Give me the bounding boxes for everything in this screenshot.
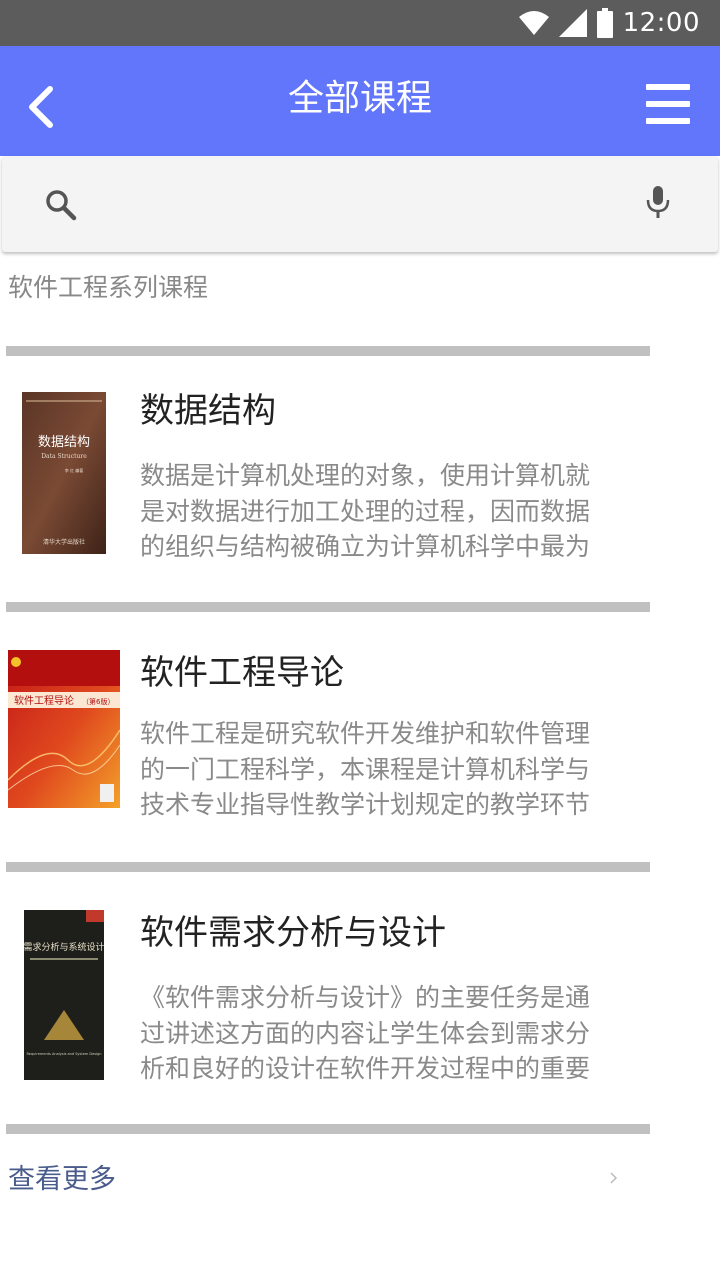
- signal-icon: [558, 9, 587, 37]
- course-description: 数据是计算机处理的对象，使用计算机就是对数据进行加工处理的过程，因而数据的组织与…: [140, 461, 591, 561]
- course-item-requirements-analysis[interactable]: 需求分析与系统设计 Requirements Analysis and Syst…: [0, 882, 720, 1122]
- cover-author: 李 红 编著: [65, 467, 84, 473]
- page-title: 全部课程: [287, 78, 432, 119]
- chevron-right-icon[interactable]: [608, 1168, 620, 1188]
- divider: [6, 1124, 650, 1134]
- status-bar: 12:00: [0, 0, 720, 46]
- course-title: 软件工程导论: [140, 653, 344, 693]
- search-icon[interactable]: [44, 188, 78, 222]
- search-bar: [2, 156, 718, 252]
- hamburger-menu-icon[interactable]: [646, 84, 690, 124]
- app-bar: 全部课程: [0, 46, 720, 156]
- cover-title: 需求分析与系统设计: [24, 941, 104, 953]
- course-item-software-engineering[interactable]: 软件工程导论 （第6版） 软件工程导论 软件工程是研究软件开发维护和软件管理的一…: [0, 622, 720, 862]
- course-title: 软件需求分析与设计: [140, 913, 446, 953]
- cover-subtitle: Data Structure: [41, 453, 87, 460]
- course-description: 《软件需求分析与设计》的主要任务是通过讲述这方面的内容让学生体会到需求分析和良好…: [140, 983, 591, 1083]
- cover-edition: （第6版）: [82, 697, 114, 706]
- course-cover-image: 数据结构 Data Structure 李 红 编著 清华大学出版社: [22, 392, 106, 554]
- course-item-data-structure[interactable]: 数据结构 Data Structure 李 红 编著 清华大学出版社 数据结构 …: [0, 366, 720, 606]
- cover-publisher: 清华大学出版社: [43, 538, 85, 546]
- course-cover-image: 软件工程导论 （第6版）: [8, 650, 120, 808]
- course-title: 数据结构: [140, 391, 276, 431]
- status-icons: 12:00: [518, 8, 700, 38]
- menu-line: [646, 118, 690, 124]
- divider: [6, 346, 650, 356]
- cover-subtitle: Requirements Analysis and System Design: [27, 1052, 102, 1056]
- see-more-link[interactable]: 查看更多: [8, 1160, 116, 1200]
- section-title: 软件工程系列课程: [8, 273, 209, 302]
- search-input[interactable]: [102, 182, 622, 226]
- divider: [6, 602, 650, 612]
- course-description: 软件工程是研究软件开发维护和软件管理的一门工程科学，本课程是计算机科学与技术专业…: [140, 719, 591, 819]
- course-cover-image: 需求分析与系统设计 Requirements Analysis and Syst…: [24, 910, 104, 1080]
- cover-title: 数据结构: [38, 435, 90, 450]
- battery-icon: [596, 8, 613, 38]
- cover-title: 软件工程导论: [14, 694, 74, 707]
- divider: [6, 862, 650, 872]
- status-time: 12:00: [622, 8, 700, 38]
- wifi-icon: [518, 11, 549, 35]
- mic-icon[interactable]: [644, 186, 672, 220]
- menu-line: [646, 101, 690, 107]
- menu-line: [646, 84, 690, 90]
